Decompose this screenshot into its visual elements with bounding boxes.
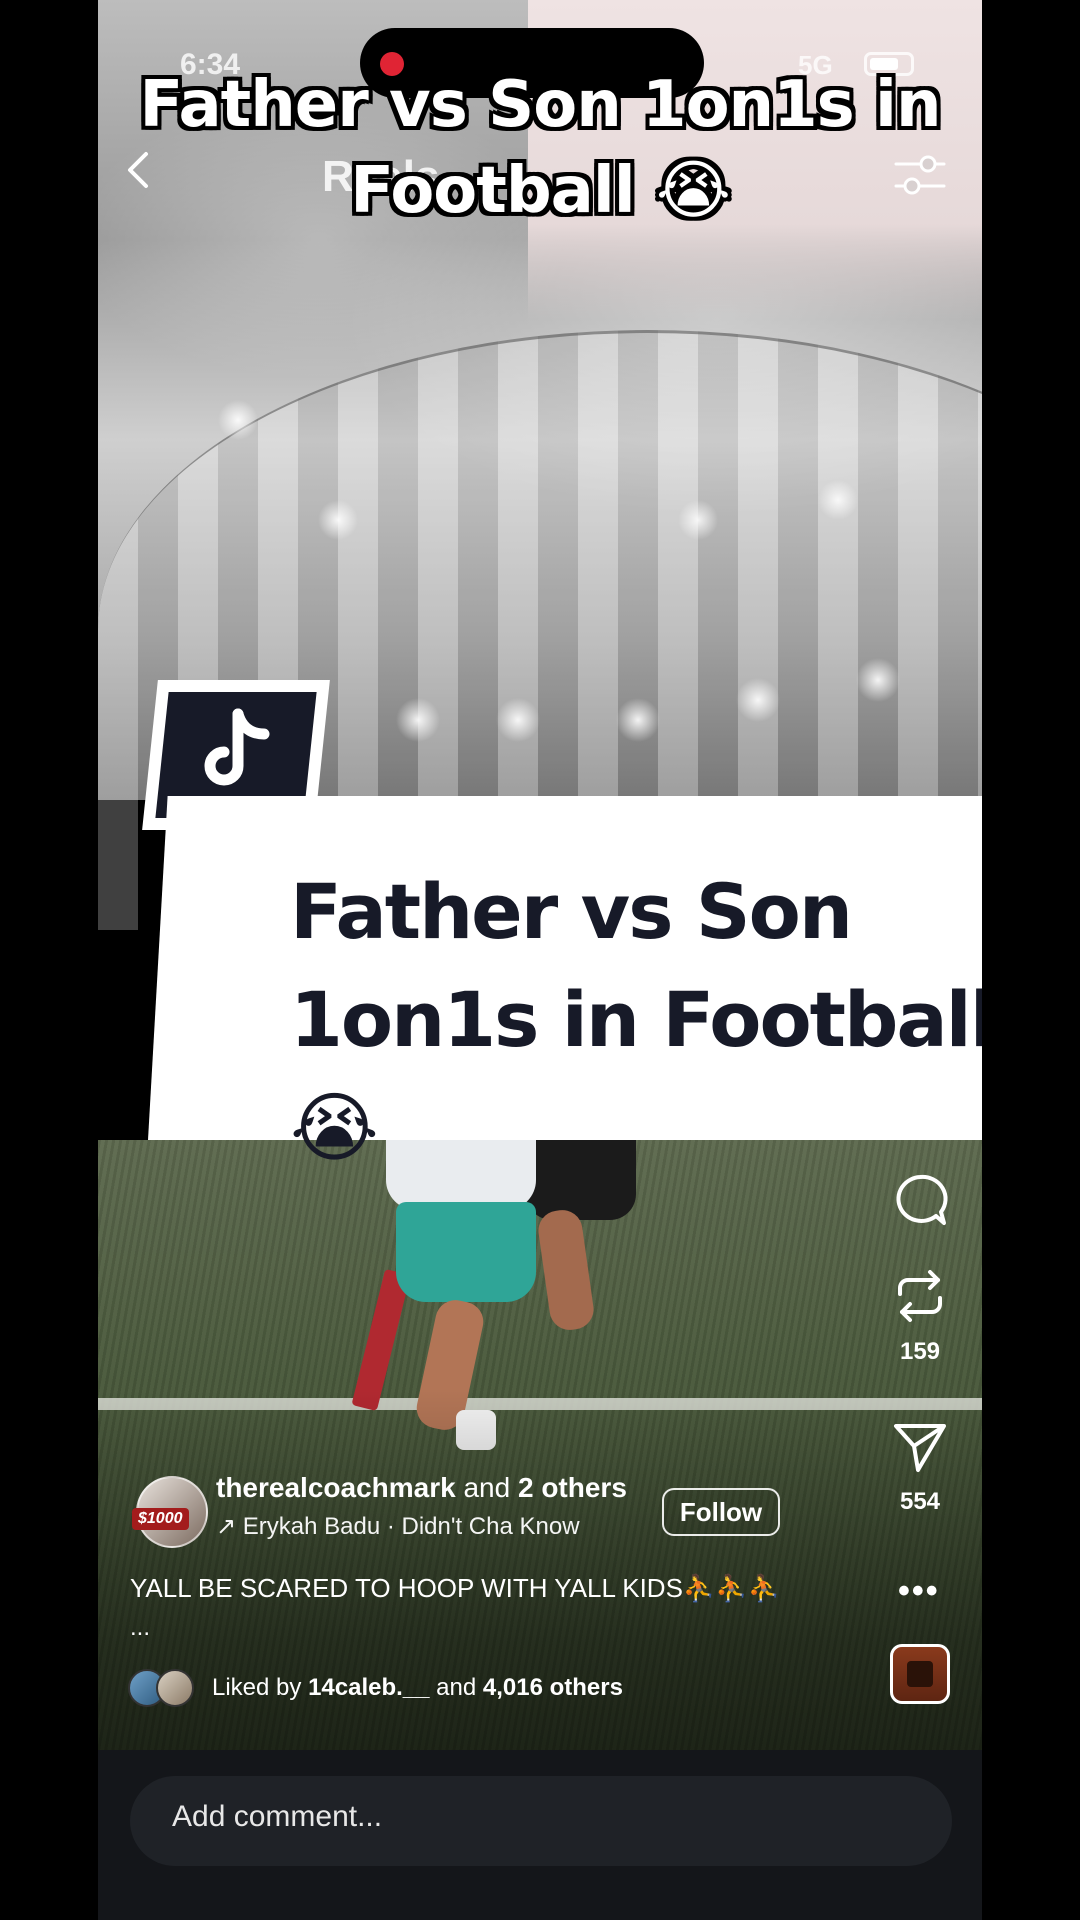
caption-more[interactable]: ... [130,1614,150,1642]
liker-avatar [156,1669,194,1707]
video-frame-bottom[interactable] [98,1140,982,1750]
more-options-icon[interactable]: ••• [898,1572,940,1611]
audio-track-thumbnail[interactable] [890,1644,950,1704]
comment-icon[interactable] [892,1172,948,1228]
repost-count: 159 [899,1338,941,1365]
video-overlay-caption: Father vs Son 1on1s in Football 😭 [139,68,941,228]
likes-others[interactable]: 4,016 others [483,1674,623,1701]
author-username[interactable]: therealcoachmark [216,1472,456,1503]
author-others[interactable]: 2 others [518,1472,627,1503]
avatar-badge: $1000 [132,1508,189,1530]
share-count: 554 [899,1488,941,1515]
comment-placeholder[interactable]: Add comment... [172,1800,382,1834]
tiktok-logo-icon [204,708,270,786]
send-icon[interactable] [892,1418,948,1474]
banner-line-1: Father vs Son [290,867,853,956]
liked-by-text[interactable]: Liked by 14caleb.__ and 4,016 others [212,1674,623,1702]
share-action[interactable]: 554 [892,1418,948,1516]
post-caption[interactable]: YALL BE SCARED TO HOOP WITH YALL KIDS⛹️⛹… [130,1570,870,1606]
liked-by-row[interactable]: Liked by 14caleb.__ and 4,016 others [128,1668,623,1708]
banner-title: Father vs Son 1on1s in Football😭 [290,858,982,1182]
comment-action[interactable] [892,1172,948,1228]
audio-attribution[interactable]: ↗ Erykah Badu · Didn't Cha Know [216,1512,580,1541]
liker-username[interactable]: 14caleb.__ [308,1674,429,1701]
author-names[interactable]: therealcoachmark and 2 others [216,1472,627,1504]
repost-action[interactable]: 159 [892,1268,948,1366]
reels-screen: 6:34 5G Reels Father vs Son 1on1s in Foo… [98,0,982,1920]
repost-icon[interactable] [892,1268,948,1324]
follow-button[interactable]: Follow [662,1488,780,1536]
banner-line-2: 1on1s in Football😭 [290,975,982,1172]
